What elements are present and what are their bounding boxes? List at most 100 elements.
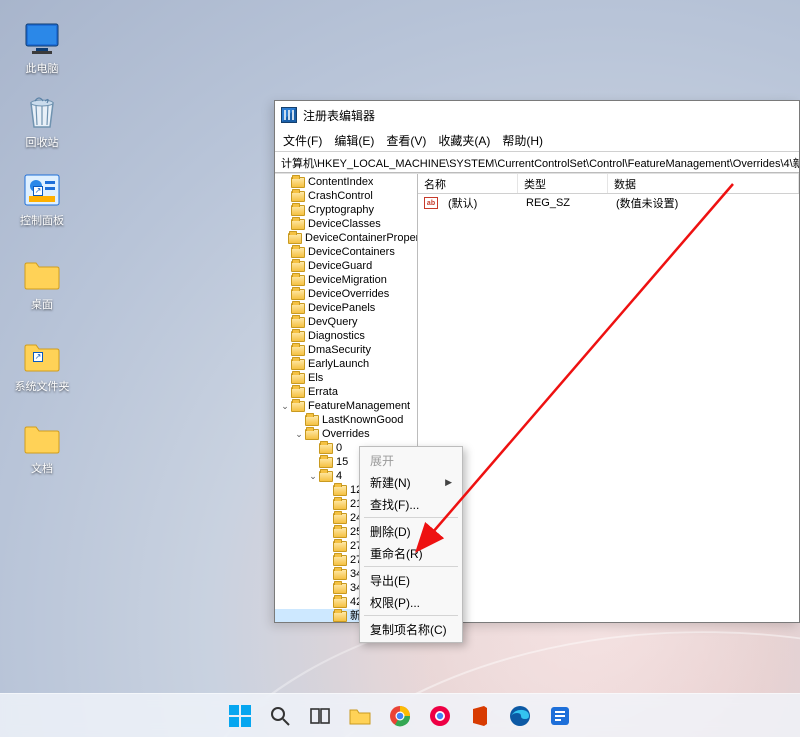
folder-icon: [291, 303, 305, 314]
folder-icon: [333, 583, 347, 594]
menu-favorites[interactable]: 收藏夹(A): [438, 132, 490, 149]
tree-item-label: DmaSecurity: [308, 343, 371, 357]
tree-item-label: DevicePanels: [308, 301, 375, 315]
desktop-icon-recycle-bin[interactable]: 回收站: [10, 94, 74, 150]
tree-expander-icon[interactable]: ⌄: [307, 469, 319, 483]
folder-icon: [291, 177, 305, 188]
tree-item[interactable]: DeviceGuard: [275, 259, 417, 273]
folder-icon: [291, 373, 305, 384]
desktop-icon-folder-3[interactable]: 文档: [10, 420, 74, 476]
folder-icon: [291, 191, 305, 202]
tree-item-label: DeviceContainers: [308, 245, 395, 259]
menu-help[interactable]: 帮助(H): [502, 132, 543, 149]
menu-edit[interactable]: 编辑(E): [334, 132, 374, 149]
taskbar: [0, 693, 800, 737]
tree-expander-icon[interactable]: ⌄: [279, 399, 291, 413]
desktop-icon-folder-1[interactable]: 桌面: [10, 256, 74, 312]
tree-item[interactable]: Diagnostics: [275, 329, 417, 343]
taskbar-app-button[interactable]: [543, 699, 577, 733]
folder-icon: [333, 527, 347, 538]
string-value-icon: ab: [424, 197, 438, 209]
tree-item[interactable]: Errata: [275, 385, 417, 399]
value-data: (数值未设置): [610, 195, 799, 211]
tree-item-label: 15: [336, 455, 348, 469]
folder-icon: [23, 256, 61, 294]
tree-item-label: LastKnownGood: [322, 413, 403, 427]
edge-button[interactable]: [503, 699, 537, 733]
taskview-button[interactable]: [303, 699, 337, 733]
recycle-bin-icon: [23, 94, 61, 132]
window-title: 注册表编辑器: [303, 107, 375, 124]
desktop-icon-control-panel[interactable]: ↗ 控制面板: [10, 172, 74, 228]
folder-icon: [291, 359, 305, 370]
tree-item[interactable]: DeviceOverrides: [275, 287, 417, 301]
tree-item[interactable]: DeviceClasses: [275, 217, 417, 231]
tree-item[interactable]: DeviceContainers: [275, 245, 417, 259]
menu-view[interactable]: 查看(V): [386, 132, 426, 149]
tree-item-label: Cryptography: [308, 203, 374, 217]
cm-export[interactable]: 导出(E): [360, 569, 462, 591]
titlebar[interactable]: 注册表编辑器: [275, 101, 799, 129]
folder-icon: [333, 569, 347, 580]
tree-item[interactable]: LastKnownGood: [275, 413, 417, 427]
address-bar[interactable]: 计算机\HKEY_LOCAL_MACHINE\SYSTEM\CurrentCon…: [275, 151, 799, 173]
tree-item-label: Els: [308, 371, 323, 385]
desktop-icon-label: 此电脑: [26, 60, 59, 76]
start-button[interactable]: [223, 699, 257, 733]
regedit-app-icon: [281, 107, 297, 123]
menu-file[interactable]: 文件(F): [283, 132, 322, 149]
tree-item-label: DeviceMigration: [308, 273, 387, 287]
tree-item-label: DeviceOverrides: [308, 287, 389, 301]
folder-icon: [333, 541, 347, 552]
tree-item[interactable]: ⌄FeatureManagement: [275, 399, 417, 413]
tree-item[interactable]: ⌄Overrides: [275, 427, 417, 441]
desktop-icon-folder-2[interactable]: ↗ 系统文件夹: [10, 338, 74, 394]
folder-icon: [291, 317, 305, 328]
tree-item-label: DeviceClasses: [308, 217, 381, 231]
cm-find[interactable]: 查找(F)...: [360, 493, 462, 515]
search-button[interactable]: [263, 699, 297, 733]
tree-item[interactable]: Cryptography: [275, 203, 417, 217]
value-row[interactable]: ab (默认) REG_SZ (数值未设置): [418, 194, 799, 212]
cm-permissions[interactable]: 权限(P)...: [360, 591, 462, 613]
folder-icon: [319, 471, 333, 482]
tree-item[interactable]: DevQuery: [275, 315, 417, 329]
tree-item-label: 0: [336, 441, 342, 455]
office-button[interactable]: [463, 699, 497, 733]
tree-item-label: Diagnostics: [308, 329, 365, 343]
cm-rename[interactable]: 重命名(R): [360, 542, 462, 564]
cm-separator: [364, 517, 458, 518]
cm-copy-key-name[interactable]: 复制项名称(C): [360, 618, 462, 640]
tree-item[interactable]: EarlyLaunch: [275, 357, 417, 371]
tree-item[interactable]: DeviceContainerPropertyUpda: [275, 231, 417, 245]
col-type[interactable]: 类型: [518, 174, 608, 193]
folder-icon: [333, 485, 347, 496]
values-pane[interactable]: 名称 类型 数据 ab (默认) REG_SZ (数值未设置): [418, 174, 799, 622]
folder-icon: [291, 261, 305, 272]
tree-item[interactable]: DmaSecurity: [275, 343, 417, 357]
folder-icon: [333, 555, 347, 566]
folder-icon: ↗: [23, 338, 61, 376]
tree-item[interactable]: CrashControl: [275, 189, 417, 203]
tree-item[interactable]: DeviceMigration: [275, 273, 417, 287]
tree-item[interactable]: ContentIndex: [275, 175, 417, 189]
tree-expander-icon[interactable]: ⌄: [293, 427, 305, 441]
tree-item[interactable]: Els: [275, 371, 417, 385]
col-data[interactable]: 数据: [608, 174, 799, 193]
folder-icon: [333, 499, 347, 510]
explorer-button[interactable]: [343, 699, 377, 733]
cm-delete[interactable]: 删除(D): [360, 520, 462, 542]
tree-item[interactable]: DevicePanels: [275, 301, 417, 315]
folder-icon: [23, 420, 61, 458]
control-panel-icon: ↗: [23, 172, 61, 210]
cm-new[interactable]: 新建(N)▶: [360, 471, 462, 493]
col-name[interactable]: 名称: [418, 174, 518, 193]
this-pc-icon: [23, 20, 61, 58]
chrome-button[interactable]: [383, 699, 417, 733]
cm-expand: 展开: [360, 449, 462, 471]
chrome-canary-button[interactable]: [423, 699, 457, 733]
regedit-window: 注册表编辑器 文件(F) 编辑(E) 查看(V) 收藏夹(A) 帮助(H) 计算…: [274, 100, 800, 623]
desktop-icon-this-pc[interactable]: 此电脑: [10, 20, 74, 76]
desktop-icon-label: 回收站: [26, 134, 59, 150]
desktop-icon-label: 桌面: [31, 296, 53, 312]
